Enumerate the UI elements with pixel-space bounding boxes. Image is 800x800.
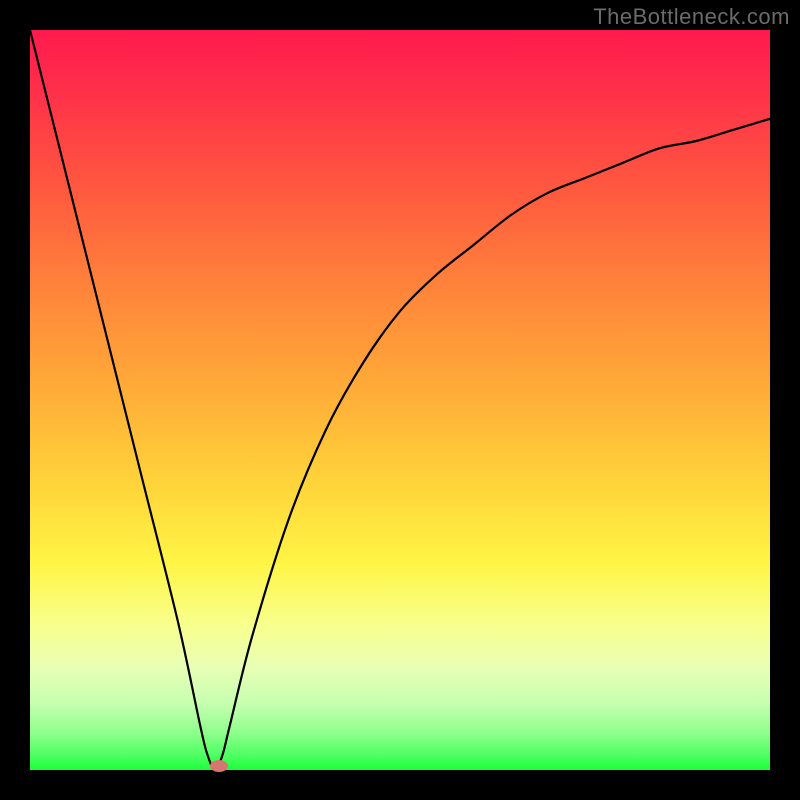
- chart-frame: [30, 30, 770, 770]
- bottleneck-curve: [30, 30, 770, 770]
- watermark-text: TheBottleneck.com: [593, 4, 790, 30]
- optimum-marker: [210, 760, 228, 772]
